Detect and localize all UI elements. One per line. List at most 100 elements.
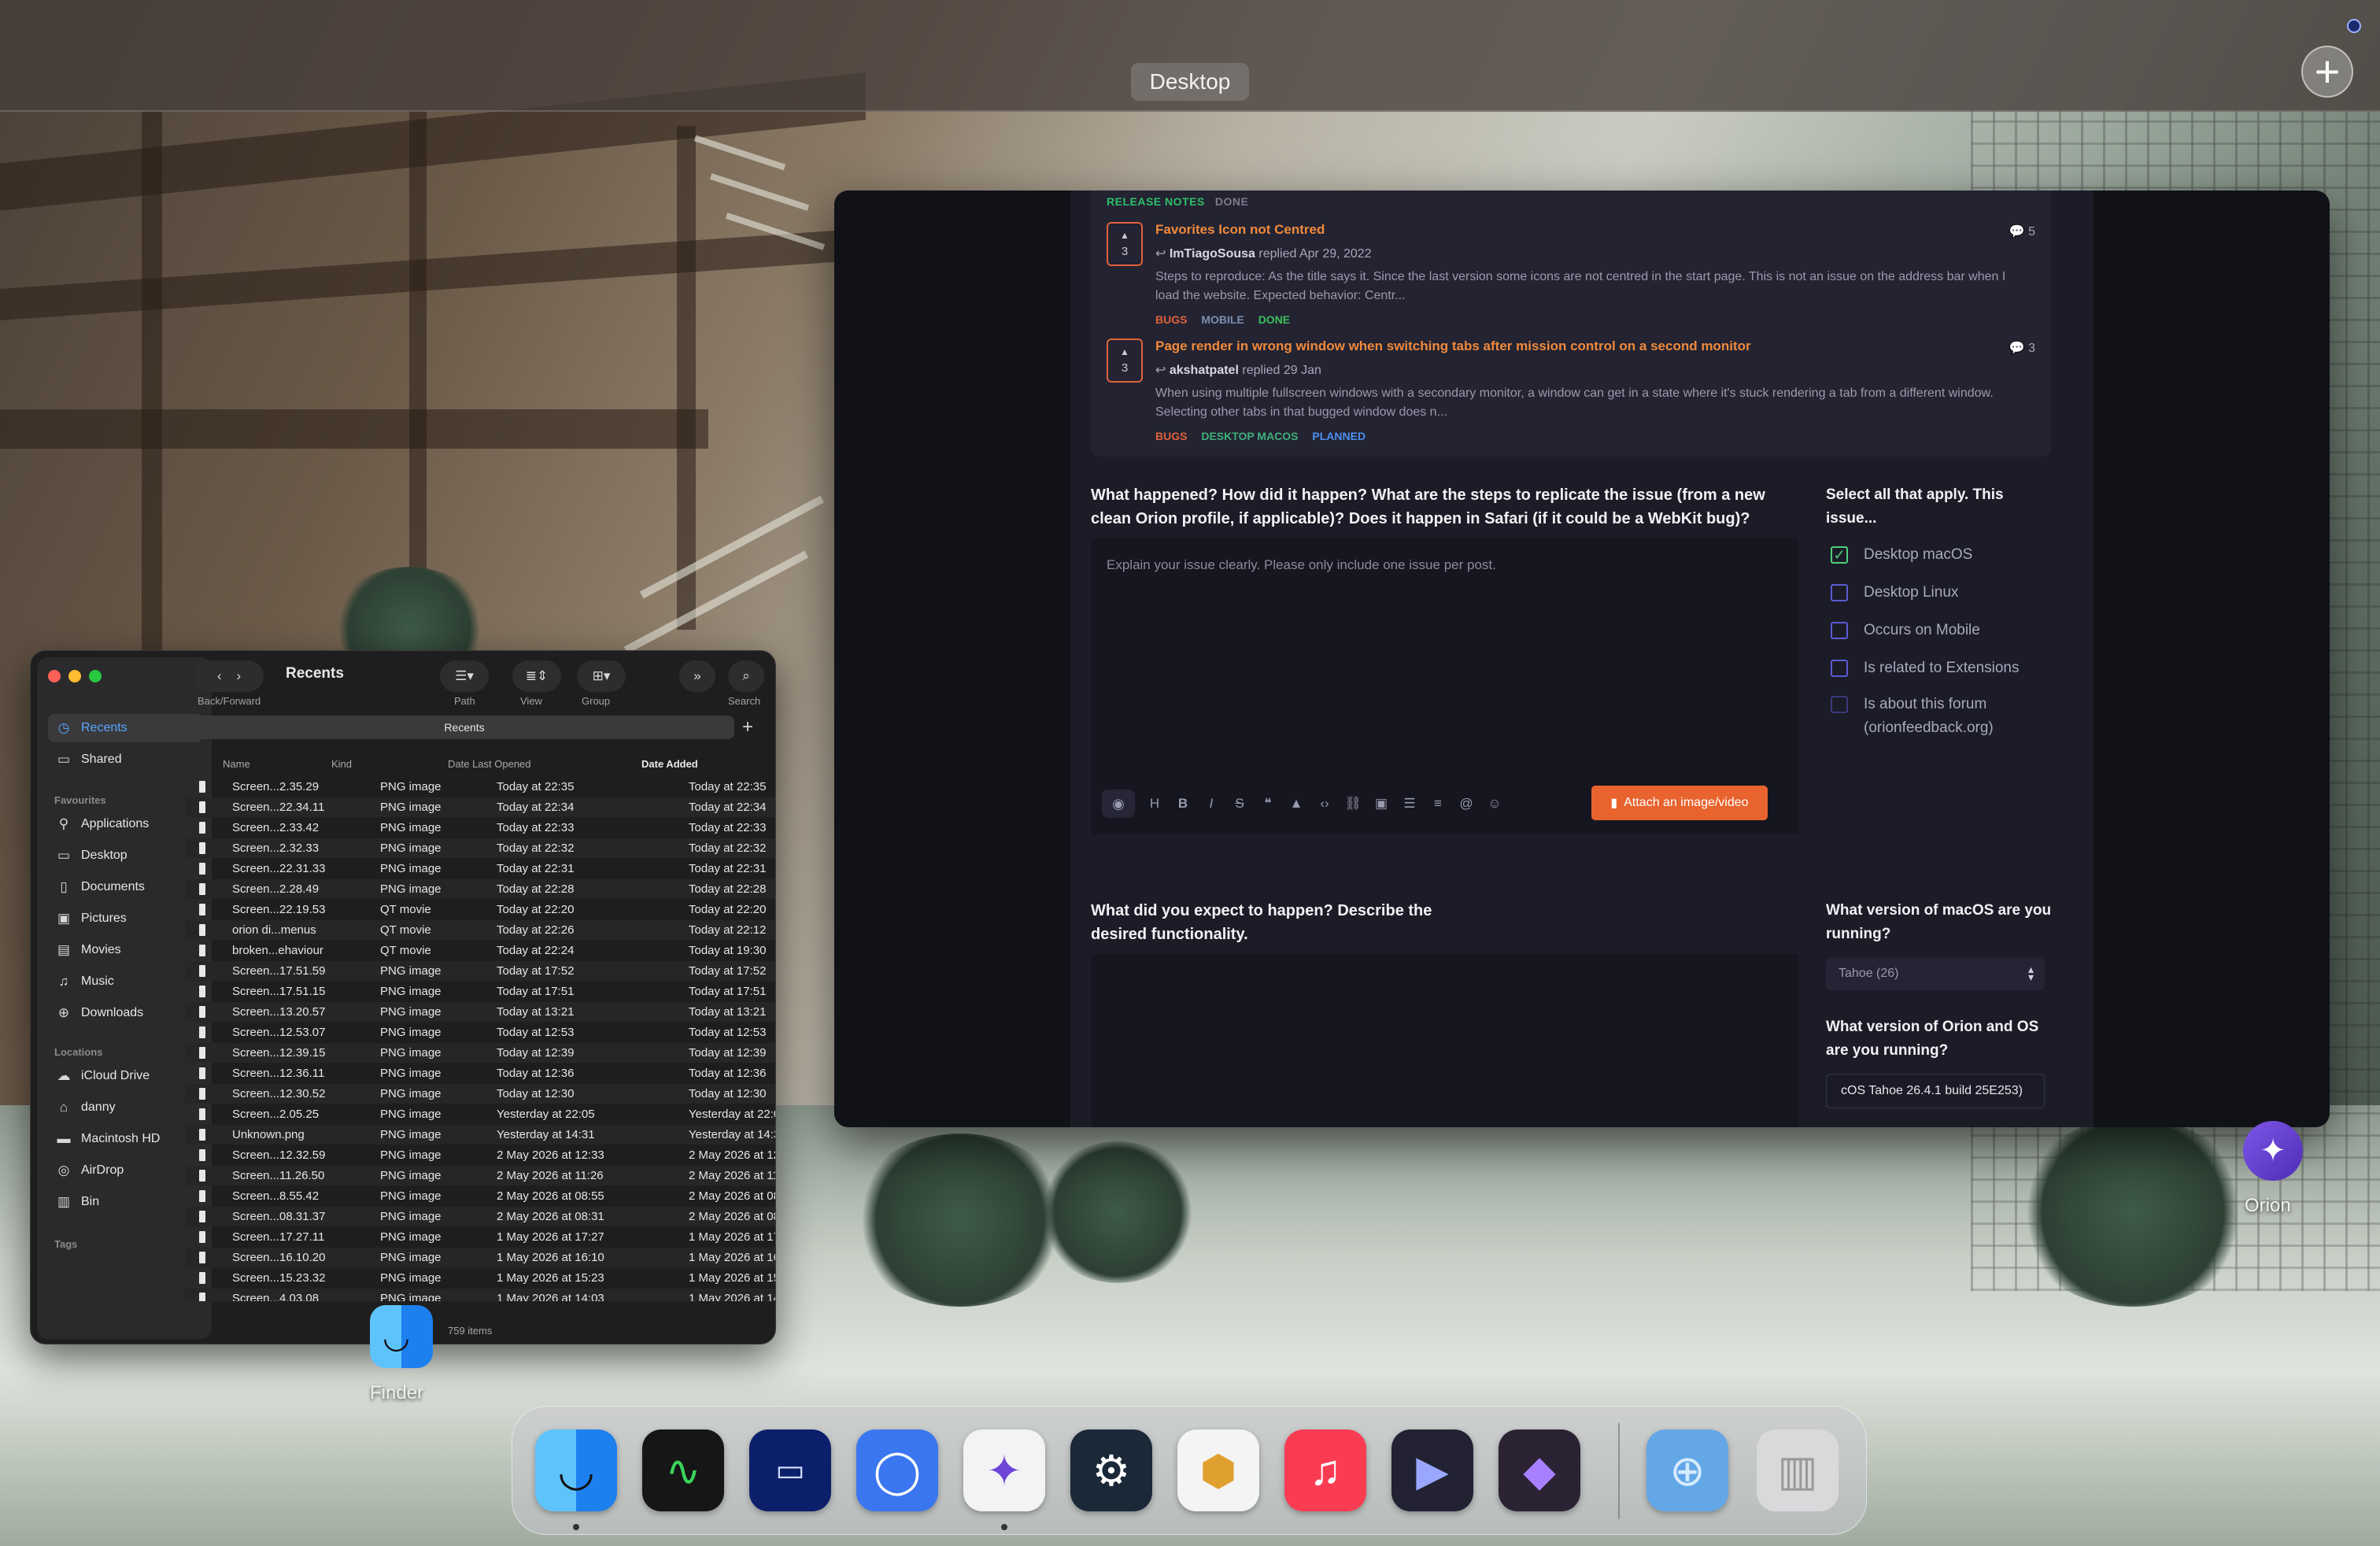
table-row[interactable]: broken...ehaviour QT movie Today at 22:24 T… bbox=[185, 941, 775, 960]
dock-finder[interactable]: ◡ bbox=[535, 1429, 617, 1511]
sidebar-item-airdrop[interactable]: ◎ AirDrop bbox=[48, 1156, 202, 1185]
vote-button[interactable]: ▲ 3 bbox=[1107, 338, 1143, 383]
sidebar-item-icloud[interactable]: ☁ iCloud Drive bbox=[48, 1062, 202, 1090]
dock-photo-app[interactable]: ⬢ bbox=[1177, 1429, 1259, 1511]
sidebar-item-downloads[interactable]: ⊕ Downloads bbox=[48, 999, 202, 1027]
tag-bugs[interactable]: BUGS bbox=[1155, 313, 1187, 326]
checkbox-icon[interactable] bbox=[1831, 696, 1848, 713]
tag-done[interactable]: DONE bbox=[1258, 313, 1290, 326]
macos-version-select[interactable]: Tahoe (26) ▴ ▾ bbox=[1826, 957, 2045, 990]
emoji-icon[interactable]: ☺ bbox=[1486, 796, 1503, 812]
column-date-added[interactable]: Date Added bbox=[641, 758, 698, 770]
code-icon[interactable]: ‹› bbox=[1316, 796, 1333, 812]
spoiler-icon[interactable]: ▲ bbox=[1288, 796, 1305, 812]
column-last-opened[interactable]: Date Last Opened bbox=[448, 758, 531, 770]
checkbox-icon[interactable] bbox=[1831, 660, 1848, 677]
attach-media-button[interactable]: ▮ Attach an image/video bbox=[1591, 786, 1768, 820]
expected-functionality-editor[interactable] bbox=[1091, 954, 1799, 1127]
sidebar-item-recents[interactable]: ◷ Recents bbox=[48, 714, 202, 742]
view-button[interactable]: ≣⇕ bbox=[512, 660, 561, 692]
dock-trash[interactable]: ▥ bbox=[1757, 1429, 1839, 1511]
sidebar-item-movies[interactable]: ▤ Movies bbox=[48, 936, 202, 964]
dock-orion[interactable]: ✦ bbox=[963, 1429, 1045, 1511]
back-forward-control[interactable]: ‹ › bbox=[194, 660, 264, 692]
dock-steam[interactable]: ⚙ bbox=[1070, 1429, 1152, 1511]
table-row[interactable]: Screen...12.30.52 PNG image Today at 12:30… bbox=[185, 1084, 775, 1104]
tag-done[interactable]: DONE bbox=[1215, 195, 1248, 208]
table-row[interactable]: Screen...4.03.08 PNG image 1 May 2026 at 1… bbox=[185, 1289, 775, 1301]
numbered-list-icon[interactable]: ≡ bbox=[1429, 796, 1447, 812]
file-list[interactable]: Screen...2.35.29 PNG image Today at 22:35 T… bbox=[185, 777, 775, 1301]
chevron-left-icon[interactable]: ‹ bbox=[217, 668, 222, 684]
table-row[interactable]: Screen...22.19.53 QT movie Today at 22:20 T… bbox=[185, 900, 775, 919]
post-author[interactable]: akshatpatel bbox=[1170, 364, 1239, 377]
sidebar-item-music[interactable]: ♫ Music bbox=[48, 967, 202, 996]
sidebar-item-shared[interactable]: ▭ Shared bbox=[48, 745, 202, 774]
dock-obsidian[interactable]: ◆ bbox=[1499, 1429, 1580, 1511]
post-title[interactable]: Page render in wrong window when switchi… bbox=[1155, 338, 1751, 354]
chevron-right-icon[interactable]: › bbox=[236, 668, 241, 684]
minimize-window-button[interactable] bbox=[68, 670, 81, 682]
table-row[interactable]: Screen...12.39.15 PNG image Today at 12:39… bbox=[185, 1043, 775, 1063]
tag-release-notes[interactable]: RELEASE NOTES bbox=[1107, 195, 1205, 208]
dock-downloads-folder[interactable]: ⊕ bbox=[1646, 1429, 1728, 1511]
table-row[interactable]: Screen...2.35.29 PNG image Today at 22:35 T… bbox=[185, 777, 775, 797]
table-row[interactable]: Screen...12.32.59 PNG image 2 May 2026 at … bbox=[185, 1145, 775, 1165]
post-title[interactable]: Favorites Icon not Centred bbox=[1155, 222, 1325, 238]
post-author[interactable]: ImTiagoSousa bbox=[1170, 247, 1255, 261]
issue-description-editor[interactable]: Explain your issue clearly. Please only … bbox=[1091, 538, 1799, 834]
quote-icon[interactable]: ❝ bbox=[1259, 796, 1277, 812]
path-bar[interactable]: Recents bbox=[194, 716, 734, 739]
path-button[interactable]: ☰▾ bbox=[440, 660, 489, 692]
checkbox-checked-icon[interactable]: ✓ bbox=[1831, 546, 1848, 564]
dock-activity-monitor[interactable]: ∿ bbox=[642, 1429, 724, 1511]
search-button[interactable]: ⌕ bbox=[728, 660, 764, 692]
bold-icon[interactable]: B bbox=[1174, 796, 1192, 812]
table-row[interactable]: Screen...2.28.49 PNG image Today at 22:28 T… bbox=[185, 879, 775, 899]
table-row[interactable]: Screen...2.32.33 PNG image Today at 22:32 T… bbox=[185, 838, 775, 858]
checkbox-icon[interactable] bbox=[1831, 584, 1848, 601]
checkbox-occurs-on-mobile[interactable]: Occurs on Mobile bbox=[1831, 619, 1980, 642]
column-kind[interactable]: Kind bbox=[331, 758, 352, 770]
table-row[interactable]: Screen...12.53.07 PNG image Today at 12:53… bbox=[185, 1023, 775, 1042]
bullet-list-icon[interactable]: ☰ bbox=[1401, 796, 1418, 812]
tag-desktop-macos[interactable]: DESKTOP MACOS bbox=[1201, 430, 1298, 442]
orion-window[interactable]: RELEASE NOTES DONE ▲ 3 Favorites Icon no… bbox=[834, 190, 2330, 1127]
table-row[interactable]: Screen...13.20.57 PNG image Today at 13:21… bbox=[185, 1002, 775, 1022]
table-row[interactable]: Screen...17.51.59 PNG image Today at 17:52… bbox=[185, 961, 775, 981]
tag-bugs[interactable]: BUGS bbox=[1155, 430, 1187, 442]
finder-app-icon[interactable]: ◡ bbox=[370, 1305, 433, 1368]
mention-icon[interactable]: @ bbox=[1458, 796, 1475, 812]
checkbox-forum[interactable]: Is about this forum (orionfeedback.org) bbox=[1831, 693, 2027, 740]
table-row[interactable]: Screen...08.31.37 PNG image 2 May 2026 at … bbox=[185, 1207, 775, 1226]
table-row[interactable]: Screen...22.34.11 PNG image Today at 22:34… bbox=[185, 797, 775, 817]
group-button[interactable]: ⊞▾ bbox=[577, 660, 626, 692]
table-row[interactable]: Unknown.png PNG image Yesterday at 14:31 Ye… bbox=[185, 1125, 775, 1145]
post-favorites-icon[interactable]: ▲ 3 Favorites Icon not Centred ↩ ImTiago… bbox=[1107, 222, 2035, 332]
sidebar-item-macintosh-hd[interactable]: ▬ Macintosh HD bbox=[48, 1125, 202, 1153]
dock-infuse[interactable]: ▶ bbox=[1391, 1429, 1473, 1511]
more-toolbar-button[interactable]: » bbox=[679, 660, 715, 692]
table-row[interactable]: Screen...17.51.15 PNG image Today at 17:51… bbox=[185, 982, 775, 1001]
dock-signal[interactable]: ◯ bbox=[856, 1429, 938, 1511]
table-row[interactable]: Screen...16.10.20 PNG image 1 May 2026 at … bbox=[185, 1248, 775, 1267]
finder-window[interactable]: ◷ Recents ▭ Shared Favourites ⚲ Applicat… bbox=[30, 650, 776, 1344]
sidebar-item-desktop[interactable]: ▭ Desktop bbox=[48, 841, 202, 870]
add-tab-button[interactable]: + bbox=[742, 717, 753, 738]
table-row[interactable]: Screen...8.55.42 PNG image 2 May 2026 at 0… bbox=[185, 1186, 775, 1206]
checkbox-desktop-linux[interactable]: Desktop Linux bbox=[1831, 581, 1958, 605]
table-row[interactable]: Screen...15.23.32 PNG image 1 May 2026 at … bbox=[185, 1268, 775, 1288]
column-name[interactable]: Name bbox=[223, 758, 250, 770]
strikethrough-icon[interactable]: S bbox=[1231, 796, 1248, 812]
checkbox-icon[interactable] bbox=[1831, 622, 1848, 639]
table-row[interactable]: Screen...11.26.50 PNG image 2 May 2026 at … bbox=[185, 1166, 775, 1185]
sidebar-item-documents[interactable]: ▯ Documents bbox=[48, 873, 202, 901]
table-row[interactable]: orion di...menus QT movie Today at 22:26 To… bbox=[185, 920, 775, 940]
checkbox-extensions[interactable]: Is related to Extensions bbox=[1831, 656, 2020, 680]
add-space-button[interactable]: + bbox=[2301, 46, 2353, 98]
table-row[interactable]: Screen...2.05.25 PNG image Yesterday at 22… bbox=[185, 1104, 775, 1124]
link-icon[interactable]: ⛓ bbox=[1344, 796, 1362, 812]
close-window-button[interactable] bbox=[48, 670, 61, 682]
tag-planned[interactable]: PLANNED bbox=[1312, 430, 1366, 442]
sidebar-item-applications[interactable]: ⚲ Applications bbox=[48, 810, 202, 838]
